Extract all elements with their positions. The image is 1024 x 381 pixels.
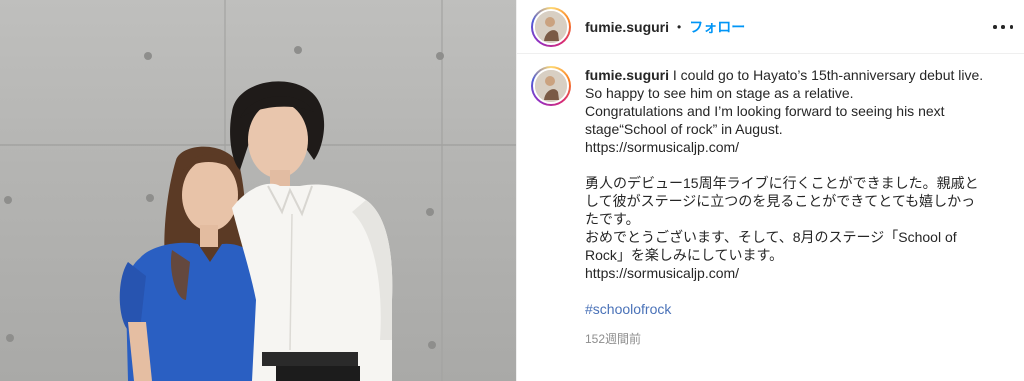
separator-dot: • [677, 19, 682, 34]
post-timestamp[interactable]: 152週間前 [585, 330, 1005, 348]
caption-body: fumie.suguri I could go to Hayato’s 15th… [585, 66, 1005, 348]
caption-text: I could go to Hayato’s 15th-anniversary … [672, 67, 984, 83]
avatar[interactable] [531, 6, 571, 47]
caption: fumie.suguri I could go to Hayato’s 15th… [531, 66, 1021, 348]
caption-text: おめでとうございます、そして、8月のステージ「School of [585, 229, 957, 245]
caption-text: 勇人のデビュー15周年ライブに行くことができました。親戚と [585, 175, 979, 191]
caption-line: fumie.suguri I could go to Hayato’s 15th… [585, 66, 1005, 84]
avatar-image [533, 8, 569, 45]
caption-text: して彼がステージに立つのを見ることができてとても嬉しかっ [585, 193, 976, 209]
username[interactable]: fumie.suguri [585, 19, 669, 35]
caption-text: stage“School of rock” in August. [585, 121, 783, 137]
follow-button[interactable]: フォロー [689, 17, 745, 37]
post-photo[interactable] [0, 0, 516, 381]
caption-text: たです。 [585, 211, 640, 227]
hashtag-link[interactable]: #schoolofrock [585, 300, 1005, 318]
more-options-icon[interactable] [993, 17, 1013, 37]
caption-link[interactable]: https://sormusicaljp.com/ [585, 138, 1005, 156]
post-header: fumie.suguri • フォロー [517, 0, 1024, 54]
photo-illustration [0, 0, 516, 381]
more-dot [993, 25, 997, 29]
caption-avatar[interactable] [531, 66, 571, 106]
caption-text: So happy to see him on stage as a relati… [585, 85, 854, 101]
more-dot [1001, 25, 1005, 29]
post-container: fumie.suguri • フォロー fumie.suguri I could… [0, 0, 1024, 381]
caption-username[interactable]: fumie.suguri [585, 67, 669, 83]
post-side-panel: fumie.suguri • フォロー fumie.suguri I could… [516, 0, 1024, 381]
more-dot [1009, 25, 1013, 29]
avatar-image [533, 68, 569, 104]
caption-text: Congratulations and I’m looking forward … [585, 103, 945, 119]
caption-text: Rock」を楽しみにしています。 [585, 247, 784, 263]
caption-link[interactable]: https://sormusicaljp.com/ [585, 264, 1005, 282]
